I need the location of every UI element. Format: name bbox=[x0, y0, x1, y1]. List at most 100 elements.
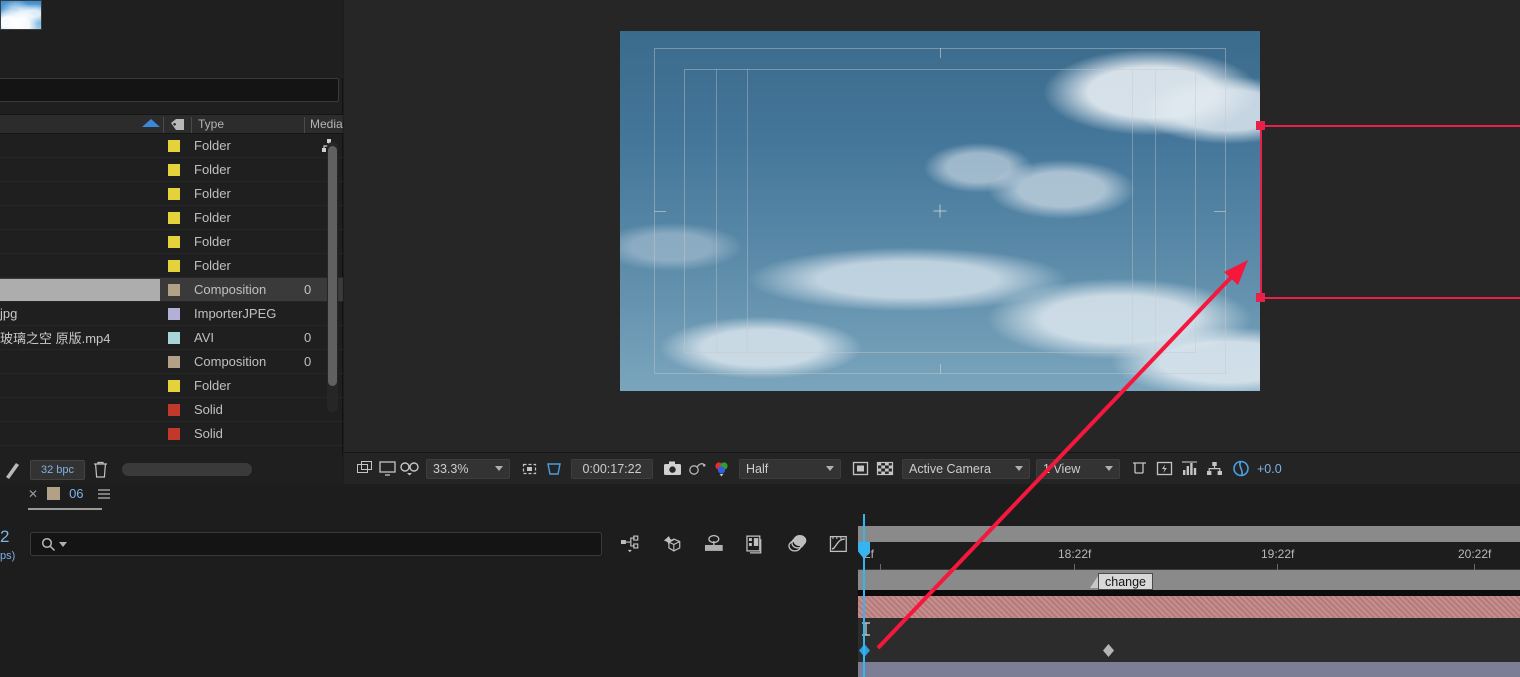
comp-marker-change[interactable]: change bbox=[1098, 573, 1154, 590]
project-item-row[interactable]: Composition 0 bbox=[0, 278, 343, 302]
composition-mini-flowchart-icon[interactable] bbox=[703, 534, 725, 554]
3d-glasses-icon[interactable] bbox=[398, 458, 420, 480]
region-of-interest-icon[interactable] bbox=[518, 458, 540, 480]
mask-vertex-handle[interactable] bbox=[1256, 293, 1265, 302]
project-search-input[interactable] bbox=[0, 78, 339, 102]
project-item-row[interactable]: Folder bbox=[0, 158, 343, 182]
trash-icon[interactable] bbox=[93, 461, 108, 478]
project-item-swatch[interactable] bbox=[168, 379, 180, 392]
active-camera-value: Active Camera bbox=[909, 461, 991, 476]
mask-visibility-icon[interactable] bbox=[849, 458, 871, 480]
exposure-icon[interactable] bbox=[1230, 458, 1252, 480]
project-scrollbar[interactable] bbox=[327, 142, 338, 412]
toggle-transparency-grid-icon[interactable] bbox=[874, 458, 896, 480]
project-item-row[interactable]: Folder bbox=[0, 206, 343, 230]
mask-vertex-handle[interactable] bbox=[1256, 121, 1265, 130]
timeline-graph-icon[interactable] bbox=[1178, 458, 1200, 480]
mask-path-segment-top[interactable] bbox=[1260, 125, 1520, 127]
column-divider[interactable] bbox=[304, 117, 305, 133]
show-snapshot-icon[interactable] bbox=[686, 458, 708, 480]
project-item-row[interactable]: png PNG file bbox=[0, 446, 343, 452]
timeline-marker-band[interactable]: change bbox=[858, 570, 1520, 590]
mask-track-row[interactable] bbox=[858, 618, 1520, 640]
monitor-icon[interactable] bbox=[376, 458, 398, 480]
fast-previews-icon[interactable] bbox=[1153, 458, 1175, 480]
project-item-list[interactable]: Folder Folder Folder Folder Folder Folder Comp… bbox=[0, 134, 343, 452]
close-icon[interactable]: ✕ bbox=[28, 487, 38, 501]
timeline-tab-label: 06 bbox=[69, 486, 84, 501]
always-preview-icon[interactable] bbox=[354, 458, 376, 480]
composition-canvas[interactable] bbox=[620, 31, 1260, 391]
interpret-footage-icon[interactable] bbox=[4, 460, 22, 480]
search-icon bbox=[41, 537, 56, 551]
project-item-swatch[interactable] bbox=[168, 139, 180, 152]
zoom-level-value: 33.3% bbox=[433, 461, 469, 476]
project-item-swatch[interactable] bbox=[168, 163, 180, 176]
graph-editor-icon[interactable] bbox=[828, 534, 850, 554]
timeline-horizontal-scrollbar[interactable] bbox=[858, 526, 1520, 542]
project-item-row[interactable]: Folder bbox=[0, 230, 343, 254]
timeline-search-input[interactable] bbox=[30, 532, 602, 556]
exposure-value[interactable]: +0.0 bbox=[1257, 462, 1282, 476]
bit-depth-button[interactable]: 32 bpc bbox=[30, 459, 86, 480]
project-item-swatch[interactable] bbox=[168, 403, 180, 416]
transparency-grid-icon[interactable] bbox=[543, 458, 565, 480]
layer-switches-icon[interactable] bbox=[620, 534, 642, 554]
new-3d-shape-icon[interactable] bbox=[662, 534, 684, 554]
project-item-row[interactable]: Solid bbox=[0, 422, 343, 446]
column-header-media[interactable]: Media bbox=[310, 117, 343, 131]
column-divider[interactable] bbox=[191, 117, 192, 133]
mask-path-segment-left[interactable] bbox=[1260, 125, 1262, 299]
project-item-row[interactable]: Composition 0 bbox=[0, 350, 343, 374]
resolution-select[interactable]: Half bbox=[739, 458, 841, 479]
project-item-swatch[interactable] bbox=[168, 211, 180, 224]
project-item-swatch[interactable] bbox=[168, 187, 180, 200]
active-camera-select[interactable]: Active Camera bbox=[902, 458, 1030, 479]
project-item-swatch[interactable] bbox=[168, 355, 180, 368]
timeline-tab-06[interactable]: ✕ 06 bbox=[28, 486, 111, 501]
sort-ascending-icon[interactable] bbox=[142, 119, 160, 127]
project-item-row[interactable]: Solid bbox=[0, 398, 343, 422]
timeline-ruler[interactable]: 2f 18:22f 19:22f 20:22f bbox=[858, 542, 1520, 570]
renderer-hierarchy-icon[interactable] bbox=[1203, 458, 1225, 480]
project-item-swatch[interactable] bbox=[168, 331, 180, 344]
chevron-down-icon[interactable] bbox=[59, 541, 67, 547]
project-item-row[interactable]: Folder bbox=[0, 374, 343, 398]
column-header-type[interactable]: Type bbox=[198, 117, 224, 131]
channel-rgb-icon[interactable] bbox=[711, 458, 733, 480]
project-item-swatch[interactable] bbox=[168, 427, 180, 440]
project-item-row[interactable]: jpg ImporterJPEG bbox=[0, 302, 343, 326]
current-time-field[interactable]: 0:00:17:22 bbox=[571, 458, 653, 479]
project-item-row[interactable]: 玻璃之空 原版.mp4 AVI 0 bbox=[0, 326, 343, 350]
draft-3d-film-icon[interactable] bbox=[745, 534, 767, 554]
mask-path-segment-bottom[interactable] bbox=[1260, 297, 1520, 299]
project-item-type: Folder bbox=[194, 378, 231, 393]
timeline-toolbar[interactable] bbox=[620, 530, 850, 558]
hamburger-icon[interactable] bbox=[97, 488, 111, 500]
composition-viewer[interactable]: 33.3% 0:00:17:22 Half Active Camera 1 Vi… bbox=[344, 0, 1520, 484]
column-divider[interactable] bbox=[163, 117, 164, 133]
project-footer-slider[interactable] bbox=[122, 463, 253, 476]
project-item-row[interactable]: Folder bbox=[0, 134, 343, 158]
snapshot-icon[interactable] bbox=[661, 458, 683, 480]
project-item-swatch[interactable] bbox=[168, 259, 180, 272]
project-item-swatch[interactable] bbox=[168, 235, 180, 248]
project-item-swatch[interactable] bbox=[168, 283, 180, 296]
keyframe-marker[interactable] bbox=[1103, 644, 1114, 657]
project-item-swatch[interactable] bbox=[168, 307, 180, 320]
layer-bar-bg1[interactable] bbox=[858, 662, 1520, 677]
layer-bar-matte[interactable] bbox=[858, 596, 1520, 618]
playhead-line[interactable] bbox=[863, 514, 865, 677]
mask-path-track-row[interactable] bbox=[858, 640, 1520, 662]
motion-blur-icon[interactable] bbox=[787, 534, 809, 554]
zoom-level-select[interactable]: 33.3% bbox=[426, 458, 510, 479]
project-item-row[interactable]: Folder bbox=[0, 254, 343, 278]
project-item-row[interactable]: Folder bbox=[0, 182, 343, 206]
resolution-value: Half bbox=[746, 461, 769, 476]
viewer-toolbar[interactable]: 33.3% 0:00:17:22 Half Active Camera 1 Vi… bbox=[344, 452, 1520, 484]
pixel-aspect-correction-icon[interactable] bbox=[1128, 458, 1150, 480]
label-tag-icon bbox=[171, 119, 184, 130]
timeline-track-area[interactable]: 2f 18:22f 19:22f 20:22f change bbox=[858, 484, 1520, 677]
project-item-swatch[interactable] bbox=[168, 451, 180, 452]
view-layout-select[interactable]: 1 View bbox=[1036, 458, 1120, 479]
